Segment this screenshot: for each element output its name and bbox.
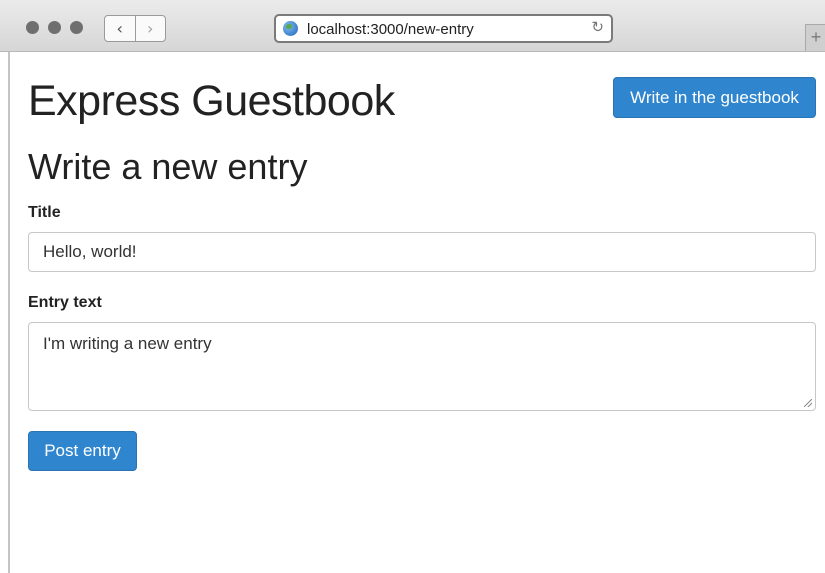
globe-icon — [283, 21, 298, 36]
new-tab-icon[interactable]: + — [805, 24, 825, 51]
page-title: Express Guestbook — [28, 77, 395, 125]
back-icon[interactable]: ‹ — [105, 16, 135, 41]
resize-handle-icon[interactable] — [804, 399, 812, 407]
minimize-window-button[interactable] — [48, 21, 61, 34]
entry-text-label: Entry text — [28, 294, 102, 311]
close-window-button[interactable] — [26, 21, 39, 34]
write-in-guestbook-button[interactable]: Write in the guestbook — [613, 77, 816, 118]
maximize-window-button[interactable] — [70, 21, 83, 34]
address-bar[interactable]: localhost:3000/new-entry ↻ — [274, 14, 613, 43]
window-edge — [8, 52, 10, 573]
title-label: Title — [28, 204, 61, 221]
url-text[interactable]: localhost:3000/new-entry — [307, 21, 474, 38]
forward-icon[interactable]: › — [134, 16, 166, 41]
post-entry-button[interactable]: Post entry — [28, 431, 137, 471]
history-nav: ‹ › — [104, 15, 166, 42]
form-heading: Write a new entry — [28, 146, 308, 187]
entry-text-value: I'm writing a new entry — [43, 334, 212, 353]
title-input[interactable]: Hello, world! — [28, 232, 816, 272]
reload-icon[interactable]: ↻ — [591, 18, 604, 36]
browser-toolbar: ‹ › localhost:3000/new-entry ↻ + — [0, 0, 825, 52]
entry-text-textarea[interactable]: I'm writing a new entry — [28, 322, 816, 411]
